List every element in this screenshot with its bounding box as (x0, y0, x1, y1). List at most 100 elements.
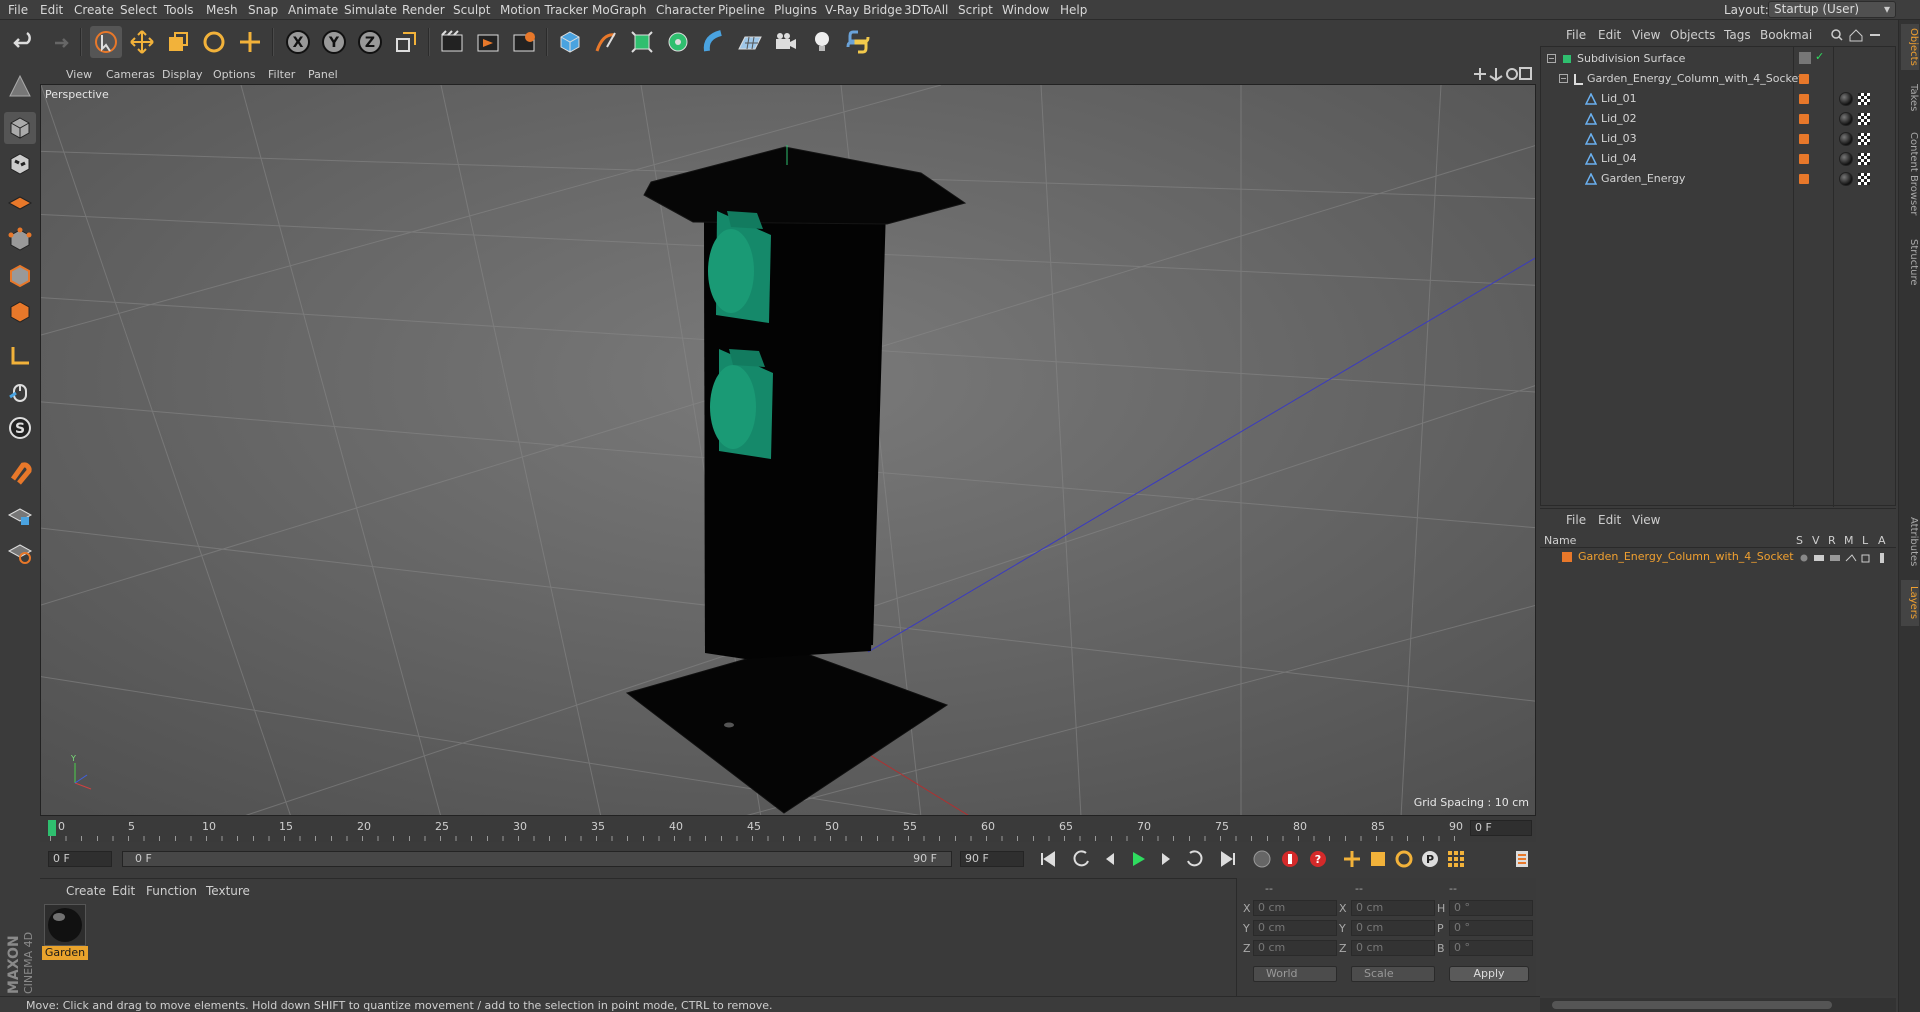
scrollbar-thumb[interactable] (1552, 1001, 1832, 1009)
layer-swatch[interactable] (1799, 52, 1811, 64)
menu-3dtoall[interactable]: 3DToAll (904, 3, 948, 17)
object-row-garden-energy[interactable]: Garden_Energy (1541, 169, 1793, 188)
goto-end-icon[interactable] (1216, 847, 1240, 871)
render-view-icon[interactable] (436, 26, 468, 58)
z-axis-icon[interactable]: Z (354, 26, 386, 58)
scale-icon[interactable] (162, 26, 194, 58)
workplane-icon[interactable] (4, 184, 36, 216)
side-tab-takes[interactable]: Takes (1901, 80, 1919, 116)
rotation-h-field[interactable]: 0 ° (1449, 900, 1533, 916)
model-mode-icon[interactable] (4, 112, 36, 144)
next-key-icon[interactable] (1182, 847, 1206, 871)
key-scale-icon[interactable] (1366, 847, 1390, 871)
material-thumbnail[interactable] (44, 904, 86, 946)
menu-script[interactable]: Script (958, 3, 993, 17)
play-icon[interactable] (1126, 847, 1150, 871)
position-x-field[interactable]: 0 cm (1253, 900, 1337, 916)
select-arrow-icon[interactable] (90, 26, 122, 58)
edges-mode-icon[interactable] (4, 260, 36, 292)
menu-simulate[interactable]: Simulate (344, 3, 397, 17)
layer-toggle-icons[interactable] (1800, 553, 1892, 563)
material-tag-icon[interactable] (1839, 132, 1853, 146)
rotation-b-field[interactable]: 0 ° (1449, 940, 1533, 956)
locked-workplane-icon[interactable] (4, 500, 36, 532)
object-row-subdivision-surface[interactable]: Subdivision Surface (1541, 49, 1793, 68)
obj-menu-view[interactable]: View (1632, 28, 1660, 42)
layer-color-dot[interactable] (1799, 154, 1809, 164)
menu-motion-tracker[interactable]: Motion Tracker (500, 3, 588, 17)
object-name[interactable]: Lid_04 (1601, 149, 1637, 168)
frame-range-slider[interactable]: 0 F 90 F (122, 851, 952, 867)
snap-toggle-icon[interactable]: S (4, 412, 36, 444)
object-row-lid-03[interactable]: Lid_03 (1541, 129, 1793, 148)
layer-color-dot[interactable] (1799, 114, 1809, 124)
socket-upper[interactable] (708, 211, 771, 323)
render-settings-icon[interactable] (508, 26, 540, 58)
layer-color-dot[interactable] (1799, 134, 1809, 144)
floor-icon[interactable] (734, 26, 766, 58)
polygons-mode-icon[interactable] (4, 296, 36, 328)
material-menu-texture[interactable]: Texture (206, 884, 250, 898)
layer-menu-edit[interactable]: Edit (1598, 513, 1621, 527)
viewport-menu-filter[interactable]: Filter (268, 68, 295, 81)
motion-record-icon[interactable] (1250, 847, 1274, 871)
viewport-menu-cameras[interactable]: Cameras (106, 68, 155, 81)
object-row-lid-04[interactable]: Lid_04 (1541, 149, 1793, 168)
redo-icon[interactable] (42, 26, 74, 58)
material-name-label[interactable]: Garden (42, 946, 88, 960)
magnet-icon[interactable] (4, 456, 36, 488)
viewport-nav-icons[interactable] (1474, 66, 1532, 82)
object-name[interactable]: Lid_02 (1601, 109, 1637, 128)
key-position-icon[interactable] (1340, 847, 1364, 871)
apply-button[interactable]: Apply (1449, 966, 1529, 982)
move-icon[interactable] (126, 26, 158, 58)
size-x-field[interactable]: 0 cm (1351, 900, 1435, 916)
record-key-icon[interactable] (1278, 847, 1302, 871)
key-rotation-icon[interactable] (1392, 847, 1416, 871)
layer-color-dot[interactable] (1799, 74, 1809, 84)
material-menu-create[interactable]: Create (66, 884, 106, 898)
menu-create[interactable]: Create (74, 3, 114, 17)
enabled-check-icon[interactable]: ✓ (1815, 50, 1824, 63)
cube-primitive-icon[interactable] (554, 26, 586, 58)
layer-color-dot[interactable] (1799, 174, 1809, 184)
end-frame-field[interactable]: 90 F (960, 851, 1024, 867)
key-pla-icon[interactable] (1444, 847, 1468, 871)
size-z-field[interactable]: 0 cm (1351, 940, 1435, 956)
uvw-tag-icon[interactable] (1858, 133, 1870, 145)
layer-color-dot[interactable] (1799, 94, 1809, 104)
pen-spline-icon[interactable] (590, 26, 622, 58)
menu-mograph[interactable]: MoGraph (592, 3, 647, 17)
layer-name[interactable]: Garden_Energy_Column_with_4_Socket (1578, 548, 1794, 566)
object-name[interactable]: Garden_Energy (1601, 169, 1685, 188)
object-row-column[interactable]: Garden_Energy_Column_with_4_Socket (1541, 69, 1803, 88)
deformer-icon[interactable] (698, 26, 730, 58)
material-tag-icon[interactable] (1839, 152, 1853, 166)
obj-manager-search-icon[interactable] (1830, 28, 1890, 42)
side-tab-objects[interactable]: Objects (1901, 24, 1919, 70)
coordinate-system-icon[interactable] (390, 26, 422, 58)
y-axis-icon[interactable]: Y (318, 26, 350, 58)
next-frame-icon[interactable] (1154, 847, 1178, 871)
material-tag-icon[interactable] (1839, 112, 1853, 126)
python-icon[interactable] (842, 26, 874, 58)
menu-vray-bridge[interactable]: V-Ray Bridge (825, 3, 902, 17)
uvw-tag-icon[interactable] (1858, 113, 1870, 125)
timeline-ruler[interactable]: 0 5 10 15 20 25 30 35 40 45 50 55 60 65 … (40, 816, 1536, 842)
tweak-mode-icon[interactable] (4, 376, 36, 408)
current-frame-field[interactable]: 0 F (1470, 820, 1532, 836)
material-tag-icon[interactable] (1839, 172, 1853, 186)
obj-menu-file[interactable]: File (1566, 28, 1586, 42)
autokey-icon[interactable]: ? (1306, 847, 1330, 871)
recent-tool-icon[interactable] (234, 26, 266, 58)
side-tab-content-browser[interactable]: Content Browser (1901, 124, 1919, 224)
prev-frame-icon[interactable] (1098, 847, 1122, 871)
3d-viewport[interactable]: Y Perspective Grid Spacing : 10 cm (40, 84, 1536, 816)
menu-pipeline[interactable]: Pipeline (718, 3, 765, 17)
menu-help[interactable]: Help (1060, 3, 1087, 17)
planar-workplane-icon[interactable] (4, 536, 36, 568)
rotate-icon[interactable] (198, 26, 230, 58)
make-editable-icon[interactable] (4, 70, 36, 102)
prev-key-icon[interactable] (1070, 847, 1094, 871)
viewport-menu-panel[interactable]: Panel (308, 68, 338, 81)
